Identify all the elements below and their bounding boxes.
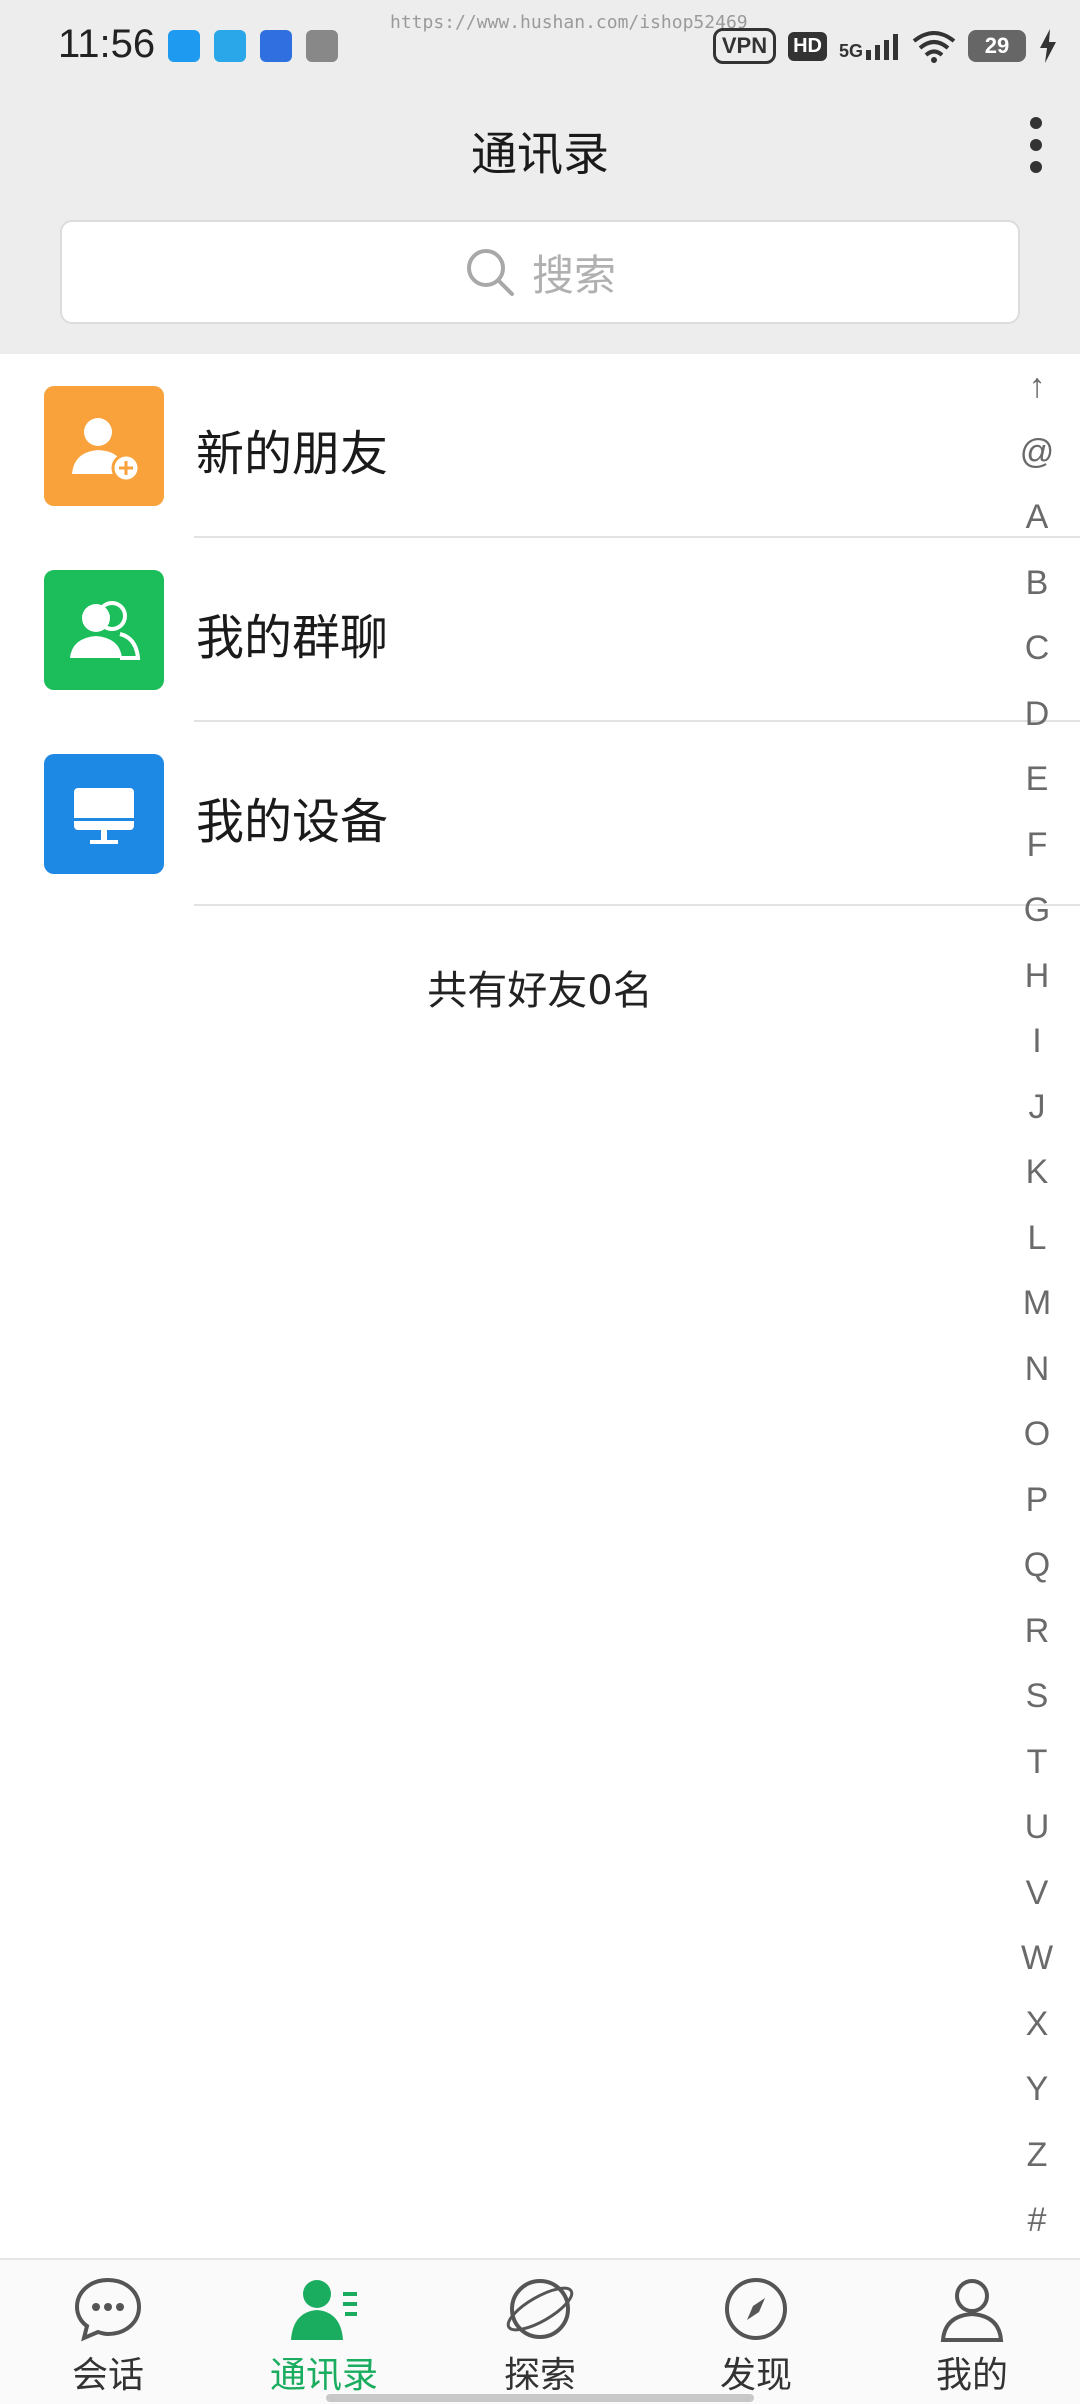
stripes-app-icon xyxy=(306,30,338,62)
hd-badge: HD xyxy=(788,31,827,61)
charging-icon xyxy=(1040,29,1056,63)
paper-plane-app-icon xyxy=(168,30,200,62)
home-indicator[interactable] xyxy=(326,2394,754,2402)
my-devices-item[interactable]: 我的设备 xyxy=(0,722,1080,906)
index-letter[interactable]: F xyxy=(1012,813,1062,879)
group-chats-item[interactable]: 我的群聊 xyxy=(0,538,1080,722)
add-friend-icon xyxy=(44,386,164,506)
index-letter[interactable]: P xyxy=(1012,1468,1062,1534)
new-friends-item[interactable]: 新的朋友 xyxy=(0,354,1080,538)
profile-icon xyxy=(940,2279,1004,2342)
compass-icon xyxy=(725,2278,787,2340)
friend-count-text: 共有好友0名 xyxy=(427,968,653,1014)
index-letter[interactable]: S xyxy=(1012,1664,1062,1730)
index-letter[interactable]: A xyxy=(1012,485,1062,551)
index-letter[interactable]: D xyxy=(1012,682,1062,748)
wifi-icon xyxy=(912,31,956,63)
notification-icons xyxy=(168,30,338,62)
index-letter[interactable]: ↑ xyxy=(1012,354,1062,420)
index-letter[interactable]: E xyxy=(1012,747,1062,813)
battery-indicator: 29 xyxy=(968,30,1026,62)
status-time: 11:56 xyxy=(58,22,156,66)
index-letter[interactable]: U xyxy=(1012,1795,1062,1861)
index-letter[interactable]: # xyxy=(1012,2188,1062,2254)
tab-discover-label: 发现 xyxy=(719,2355,792,2396)
divider xyxy=(194,904,1080,906)
tab-chats-label: 会话 xyxy=(71,2355,144,2396)
index-letter[interactable]: K xyxy=(1012,1140,1062,1206)
index-letter[interactable]: J xyxy=(1012,1075,1062,1141)
index-letter[interactable]: Q xyxy=(1012,1533,1062,1599)
contacts-icon xyxy=(291,2280,357,2340)
system-status: VPN HD 5G 29 xyxy=(712,28,1058,64)
index-letter[interactable]: X xyxy=(1012,1992,1062,2058)
bottom-navigation: 会话 通讯录 探索 发现 我的 xyxy=(0,2258,1080,2404)
index-letter[interactable]: M xyxy=(1012,1271,1062,1337)
tab-discover[interactable]: 发现 xyxy=(648,2260,864,2404)
network-type: 5G xyxy=(838,41,863,61)
my-devices-label: 我的设备 xyxy=(196,794,389,850)
tab-explore-label: 探索 xyxy=(503,2355,576,2396)
device-icon xyxy=(44,754,164,874)
group-chats-label: 我的群聊 xyxy=(196,610,389,666)
index-letter[interactable]: W xyxy=(1012,1926,1062,1992)
index-letter[interactable]: Z xyxy=(1012,2123,1062,2189)
more-dot-icon xyxy=(1030,117,1042,129)
tab-contacts[interactable]: 通讯录 xyxy=(216,2260,432,2404)
header: 通讯录 搜索 xyxy=(0,90,1080,354)
tab-me[interactable]: 我的 xyxy=(864,2260,1080,2404)
index-letter[interactable]: G xyxy=(1012,878,1062,944)
index-letter[interactable]: N xyxy=(1012,1337,1062,1403)
vpn-badge: VPN xyxy=(712,28,777,64)
index-letter[interactable]: Y xyxy=(1012,2057,1062,2123)
index-letter[interactable]: @ xyxy=(1012,420,1062,486)
index-letter[interactable]: L xyxy=(1012,1206,1062,1272)
planet-icon xyxy=(506,2279,574,2339)
search-icon xyxy=(466,249,514,296)
status-bar: 11:56 https://www.hushan.com/ishop52469 … xyxy=(0,0,1080,90)
more-dot-icon xyxy=(1030,139,1042,151)
tab-contacts-label: 通讯录 xyxy=(269,2355,378,2396)
index-letter[interactable]: V xyxy=(1012,1861,1062,1927)
index-letter[interactable]: B xyxy=(1012,551,1062,617)
search-bar[interactable]: 搜索 xyxy=(60,220,1020,324)
tab-explore[interactable]: 探索 xyxy=(432,2260,648,2404)
group-chat-icon xyxy=(44,570,164,690)
signal-icon: 5G xyxy=(839,32,900,60)
watermark-url: https://www.hushan.com/ishop52469 xyxy=(390,12,748,33)
index-letter[interactable]: T xyxy=(1012,1730,1062,1796)
alphabet-index-bar[interactable]: ↑ @ A B C D E F G H I J K L M N O P Q R S T U V W X Y Z # xyxy=(1012,354,1062,2254)
chat-bubble-icon xyxy=(74,2277,142,2342)
index-letter[interactable]: I xyxy=(1012,1009,1062,1075)
more-options-button[interactable] xyxy=(1006,110,1066,180)
tab-me-label: 我的 xyxy=(935,2355,1008,2396)
index-letter[interactable]: H xyxy=(1012,944,1062,1010)
index-letter[interactable]: O xyxy=(1012,1402,1062,1468)
hello-app-icon xyxy=(214,30,246,62)
chat-app-icon xyxy=(260,30,292,62)
search-placeholder: 搜索 xyxy=(531,250,616,300)
index-letter[interactable]: C xyxy=(1012,616,1062,682)
new-friends-label: 新的朋友 xyxy=(196,426,389,482)
index-letter[interactable]: R xyxy=(1012,1599,1062,1665)
tab-chats[interactable]: 会话 xyxy=(0,2260,216,2404)
contacts-menu-list: 新的朋友 我的群聊 我的设备 xyxy=(0,354,1080,906)
page-title: 通讯录 xyxy=(471,127,609,181)
more-dot-icon xyxy=(1030,161,1042,173)
